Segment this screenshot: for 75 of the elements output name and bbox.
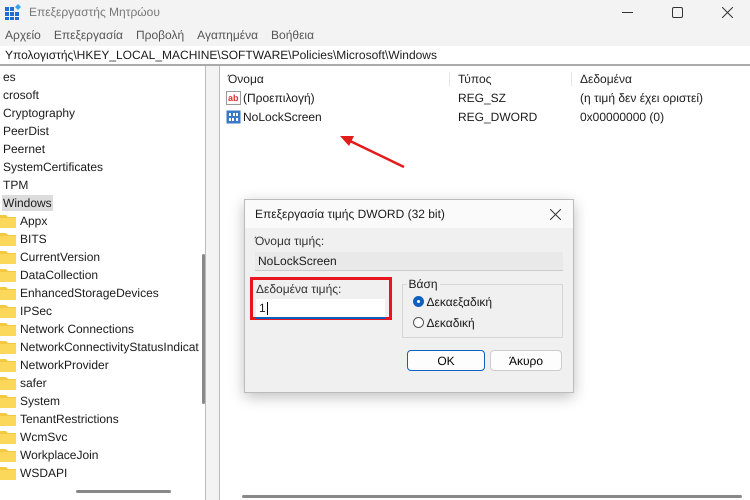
menu-item[interactable]: Προβολή: [136, 28, 184, 42]
tree-item[interactable]: safer: [19, 375, 48, 391]
tree-item[interactable]: PeerDist: [2, 123, 50, 139]
menu-item[interactable]: Βοήθεια: [271, 28, 314, 42]
tree-item[interactable]: DataCollection: [19, 267, 100, 283]
tree-item[interactable]: WorkplaceJoin: [19, 447, 100, 463]
table-cell-text: 0x00000000 (0): [579, 110, 666, 124]
radio-button[interactable]: [412, 317, 424, 328]
tree-item[interactable]: WSDAPI: [19, 465, 68, 481]
app-icon: [5, 4, 21, 20]
folder-icon: [0, 232, 16, 246]
folder-icon: [0, 340, 16, 354]
value-name-field: NoLockScreen: [255, 252, 563, 271]
tree-item[interactable]: TPM: [2, 177, 30, 193]
text-value-icon: ab: [226, 90, 241, 104]
tree-item[interactable]: Cryptography: [2, 105, 76, 121]
tree-item[interactable]: crosoft: [2, 87, 40, 103]
tree-item[interactable]: IPSec: [19, 303, 54, 319]
tree-item[interactable]: Peernet: [2, 141, 46, 157]
tree-item[interactable]: WcmSvc: [19, 429, 68, 445]
folder-icon: [0, 214, 16, 228]
field-label: Όνομα τιμής:: [255, 234, 326, 248]
menu-item[interactable]: Επεξεργασία: [54, 28, 123, 42]
column-header[interactable]: Όνομα: [220, 72, 450, 86]
scrollbar-thumb[interactable]: [76, 490, 171, 493]
folder-icon: [0, 268, 16, 282]
dialog-title: Επεξεργασία τιμής DWORD (32 bit): [255, 207, 445, 221]
column-header[interactable]: Δεδομένα: [572, 72, 750, 86]
tree-item[interactable]: Windows: [2, 195, 53, 211]
tree-item[interactable]: NetworkConnectivityStatusIndicat: [19, 339, 200, 355]
folder-icon: [0, 358, 16, 372]
folder-icon: [0, 430, 16, 444]
dialog-button[interactable]: Άκυρο: [490, 350, 562, 371]
radio-button[interactable]: [412, 296, 424, 307]
maximize-icon[interactable]: [672, 6, 683, 18]
menu-item[interactable]: Αγαπημένα: [197, 28, 258, 42]
scrollbar-thumb[interactable]: [242, 495, 742, 498]
table-cell-text: (η τιμή δεν έχει οριστεί): [579, 90, 704, 104]
menu-item[interactable]: Αρχείο: [5, 28, 41, 42]
field-label: Δεδομένα τιμής:: [256, 282, 342, 296]
folder-icon: [0, 376, 16, 390]
window-title: Επεξεργαστής Μητρώου: [29, 5, 160, 19]
folder-icon: [0, 286, 16, 300]
tree-item[interactable]: System: [19, 393, 62, 409]
tree-item[interactable]: SystemCertificates: [2, 159, 104, 175]
tree-item[interactable]: TenantRestrictions: [19, 411, 120, 427]
folder-icon: [0, 250, 16, 264]
tree-item[interactable]: Appx: [19, 213, 48, 229]
address-field[interactable]: Υπολογιστής\HKEY_LOCAL_MACHINE\SOFTWARE\Policies\Microsoft\Windows: [0, 46, 750, 66]
folder-icon: [0, 304, 16, 318]
close-icon[interactable]: [550, 208, 561, 220]
tree-item[interactable]: Network Connections: [19, 321, 136, 337]
value-name: NoLockScreen: [243, 110, 322, 124]
folder-icon: [0, 466, 16, 480]
tree-item[interactable]: BITS: [19, 231, 48, 247]
folder-icon: [0, 448, 16, 462]
tree-item[interactable]: es: [2, 69, 17, 85]
tree-item[interactable]: CurrentVersion: [19, 249, 102, 265]
close-icon[interactable]: [722, 6, 733, 18]
value-name: (Προεπιλογή): [243, 90, 315, 104]
table-cell-text: REG_DWORD: [457, 110, 538, 124]
scrollbar-thumb[interactable]: [202, 254, 205, 404]
tree-item[interactable]: EnhancedStorageDevices: [19, 285, 160, 301]
value-data-field[interactable]: 1: [256, 299, 385, 319]
radio-label: Δεκαδική: [426, 316, 475, 330]
radio-label: Δεκαεξαδική: [426, 294, 492, 308]
folder-icon: [0, 412, 16, 426]
table-cell-text: REG_SZ: [457, 90, 508, 104]
group-label: Βάση: [408, 277, 439, 291]
folder-icon: [0, 322, 16, 336]
column-header[interactable]: Τύπος: [450, 72, 572, 86]
tree-item[interactable]: NetworkProvider: [19, 357, 110, 373]
folder-icon: [0, 394, 16, 408]
binary-value-icon: [226, 110, 241, 124]
dialog-button[interactable]: OK: [407, 350, 485, 371]
